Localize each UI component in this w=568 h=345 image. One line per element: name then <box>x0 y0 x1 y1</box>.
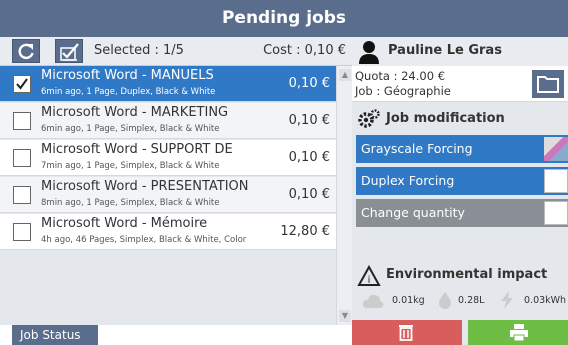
duplex-forcing-label: Duplex Forcing <box>361 173 455 188</box>
job-status-tab[interactable]: Job Status <box>12 325 98 345</box>
job-modification-title: Job modification <box>386 111 505 126</box>
quota-box: Quota : 24.00 € Job : Géographie <box>352 66 568 102</box>
total-cost: Cost : 0,10 € <box>263 43 346 58</box>
user-icon <box>359 41 379 64</box>
select-all-button[interactable] <box>55 39 83 63</box>
change-quantity-label: Change quantity <box>361 205 465 220</box>
job-toolbar: Selected : 1/5 Cost : 0,10 € <box>0 37 352 66</box>
user-header: Pauline Le Gras <box>352 37 568 66</box>
water-drop-icon <box>439 292 451 309</box>
job-list: Microsoft Word - MANUELS 6min ago, 1 Pag… <box>0 66 336 325</box>
job-checkbox[interactable] <box>13 112 31 130</box>
refresh-button[interactable] <box>12 39 40 63</box>
job-name: Microsoft Word - MANUELS <box>41 68 214 83</box>
job-name: Microsoft Word - MARKETING <box>41 105 229 120</box>
grayscale-preview-icon <box>544 137 568 161</box>
job-name: Microsoft Word - Mémoire <box>41 216 208 231</box>
job-row[interactable]: Microsoft Word - MANUELS 6min ago, 1 Pag… <box>0 66 336 102</box>
job-value: Job : Géographie <box>355 84 451 98</box>
water-value: 0.28L <box>458 295 485 306</box>
job-checkbox[interactable] <box>13 75 31 93</box>
folder-button[interactable] <box>532 70 564 98</box>
job-row[interactable]: Microsoft Word - SUPPORT DE 7min ago, 1 … <box>0 140 336 176</box>
grayscale-forcing-label: Grayscale Forcing <box>361 141 473 156</box>
job-name: Microsoft Word - PRESENTATION <box>41 179 249 194</box>
page-title: Pending jobs <box>0 0 568 37</box>
energy-value: 0.03kWh <box>524 295 567 306</box>
job-details: 6min ago, 1 Page, Simplex, Black & White <box>41 124 220 134</box>
delete-button[interactable] <box>352 320 462 345</box>
checkmark-icon <box>16 78 28 90</box>
scroll-down-arrow-icon[interactable]: ▼ <box>339 310 351 322</box>
environmental-impact-title: Environmental impact <box>386 267 548 282</box>
gears-icon <box>358 109 380 128</box>
select-all-icon <box>60 43 79 61</box>
user-name: Pauline Le Gras <box>388 43 502 58</box>
selected-count: Selected : 1/5 <box>94 43 184 58</box>
job-details-panel: Pauline Le Gras Quota : 24.00 € Job : Gé… <box>352 37 568 345</box>
job-row[interactable]: Microsoft Word - Mémoire 4h ago, 46 Page… <box>0 214 336 250</box>
scroll-up-arrow-icon[interactable]: ▲ <box>339 69 351 81</box>
job-row[interactable]: Microsoft Word - PRESENTATION 8min ago, … <box>0 177 336 213</box>
job-price: 0,10 € <box>288 187 330 202</box>
job-checkbox[interactable] <box>13 186 31 204</box>
job-price: 12,80 € <box>280 224 330 239</box>
job-details: 7min ago, 1 Page, Simplex, Black & White <box>41 161 220 171</box>
svg-text:i: i <box>368 275 371 286</box>
duplex-forcing-button[interactable]: Duplex Forcing <box>356 167 568 195</box>
co2-value: 0.01kg <box>392 295 425 306</box>
duplex-preview-icon <box>544 169 568 193</box>
co2-cloud-icon <box>362 294 384 308</box>
refresh-icon <box>18 43 34 60</box>
job-price: 0,10 € <box>288 76 330 91</box>
energy-bolt-icon <box>501 291 513 309</box>
printer-icon <box>510 324 528 341</box>
grayscale-forcing-button[interactable]: Grayscale Forcing <box>356 135 568 163</box>
job-checkbox[interactable] <box>13 149 31 167</box>
job-price: 0,10 € <box>288 113 330 128</box>
job-row[interactable]: Microsoft Word - MARKETING 6min ago, 1 P… <box>0 103 336 139</box>
folder-icon <box>537 76 559 93</box>
change-quantity-button[interactable]: Change quantity <box>356 199 568 227</box>
quota-value: Quota : 24.00 € <box>355 69 446 83</box>
job-details: 4h ago, 46 Pages, Simplex, Black & White… <box>41 235 247 245</box>
recycle-icon: i <box>357 265 381 286</box>
copies-preview-icon <box>544 201 568 225</box>
print-button[interactable] <box>468 320 568 345</box>
job-list-scrollbar[interactable]: ▲ ▼ <box>336 66 352 325</box>
trash-icon <box>399 325 413 341</box>
job-price: 0,10 € <box>288 150 330 165</box>
job-details: 8min ago, 1 Page, Simplex, Black & White <box>41 198 220 208</box>
job-checkbox[interactable] <box>13 223 31 241</box>
job-details: 6min ago, 1 Page, Duplex, Black & White <box>41 87 216 97</box>
job-name: Microsoft Word - SUPPORT DE <box>41 142 233 157</box>
